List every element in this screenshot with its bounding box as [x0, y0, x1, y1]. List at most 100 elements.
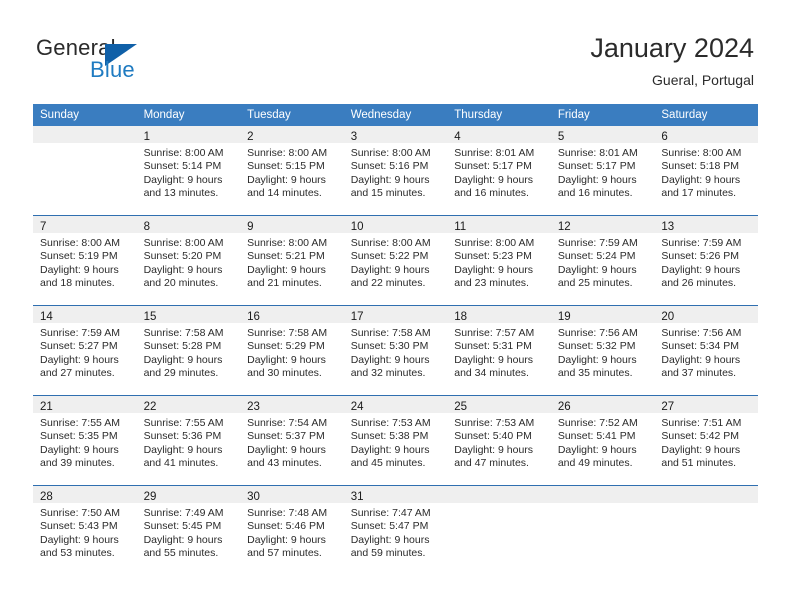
calendar-table: Sunday Monday Tuesday Wednesday Thursday Frid…: [33, 104, 758, 575]
day-cell[interactable]: 11 Sunrise: 8:00 AM Sunset: 5:23 PM Dayligh…: [447, 215, 551, 306]
day-cell[interactable]: 27 Sunrise: 7:51 AM Sunset: 5:42 PM Dayligh…: [654, 395, 758, 486]
daylight-text-line1: Daylight: 9 hours: [143, 353, 223, 366]
day-number: 31: [350, 491, 364, 503]
day-cell[interactable]: 12 Sunrise: 7:59 AM Sunset: 5:24 PM Dayligh…: [550, 215, 655, 306]
sunset-text: Sunset: 5:15 PM: [247, 160, 325, 173]
daylight-text-line1: Daylight: 9 hours: [247, 443, 326, 456]
sunset-text: Sunset: 5:29 PM: [247, 340, 325, 353]
daylight-text-line2: and 15 minutes.: [350, 187, 426, 200]
day-details: Sunrise: 8:01 AM Sunset: 5:17 PM Daylight:…: [551, 143, 655, 201]
sunset-text: Sunset: 5:21 PM: [247, 250, 325, 263]
sunset-text: Sunset: 5:23 PM: [454, 250, 532, 263]
daylight-text-line2: and 34 minutes.: [454, 367, 529, 380]
day-cell[interactable]: 17 Sunrise: 7:58 AM Sunset: 5:30 PM Dayligh…: [343, 305, 448, 396]
day-details: Sunrise: 7:58 AM Sunset: 5:30 PM Daylight:…: [344, 323, 448, 381]
day-cell[interactable]: 10 Sunrise: 8:00 AM Sunset: 5:22 PM Dayligh…: [343, 215, 448, 306]
day-cell[interactable]: 19 Sunrise: 7:56 AM Sunset: 5:32 PM Dayligh…: [550, 305, 655, 396]
brand-logo[interactable]: General Blue: [34, 36, 234, 92]
daylight-text-line2: and 26 minutes.: [661, 277, 737, 290]
day-number: 17: [350, 311, 364, 323]
day-number: 7: [40, 221, 47, 233]
day-cell[interactable]: 1 Sunrise: 8:00 AM Sunset: 5:14 PM Daylight…: [136, 126, 241, 216]
daylight-text-line2: and 55 minutes.: [143, 547, 219, 560]
day-number: 13: [661, 221, 675, 233]
daylight-text-line1: Daylight: 9 hours: [661, 263, 741, 276]
day-cell[interactable]: 16 Sunrise: 7:58 AM Sunset: 5:29 PM Dayligh…: [240, 305, 344, 396]
daylight-text-line2: and 20 minutes.: [143, 277, 219, 290]
day-number: 21: [40, 401, 53, 413]
day-number-band-empty: [550, 486, 655, 503]
day-cell[interactable]: 30 Sunrise: 7:48 AM Sunset: 5:46 PM Dayligh…: [240, 485, 344, 575]
day-details: Sunrise: 7:52 AM Sunset: 5:41 PM Daylight:…: [551, 413, 655, 471]
daylight-text-line2: and 37 minutes.: [661, 367, 737, 380]
day-details: Sunrise: 8:00 AM Sunset: 5:16 PM Daylight:…: [344, 143, 448, 201]
daylight-text-line2: and 39 minutes.: [40, 457, 115, 470]
sunrise-text: Sunrise: 8:00 AM: [40, 237, 120, 249]
day-cell[interactable]: 28 Sunrise: 7:50 AM Sunset: 5:43 PM Dayligh…: [33, 485, 137, 575]
weekday-header-wednesday: Wednesday: [343, 104, 448, 126]
day-number: 15: [143, 311, 157, 323]
day-number: 16: [247, 311, 260, 323]
page-subtitle: Gueral, Portugal: [652, 72, 754, 88]
day-cell[interactable]: 18 Sunrise: 7:57 AM Sunset: 5:31 PM Dayligh…: [447, 305, 551, 396]
sunrise-text: Sunrise: 7:53 AM: [454, 417, 535, 429]
day-details: Sunrise: 7:49 AM Sunset: 5:45 PM Daylight:…: [137, 503, 241, 561]
day-number: 11: [454, 221, 467, 233]
day-details: Sunrise: 7:59 AM Sunset: 5:26 PM Daylight:…: [654, 233, 758, 291]
day-cell[interactable]: 21 Sunrise: 7:55 AM Sunset: 5:35 PM Dayligh…: [33, 395, 137, 486]
daylight-text-line1: Daylight: 9 hours: [557, 263, 637, 276]
weekday-header-thursday: Thursday: [447, 104, 551, 126]
day-cell[interactable]: 8 Sunrise: 8:00 AM Sunset: 5:20 PM Daylight…: [136, 215, 241, 306]
day-cell[interactable]: 4 Sunrise: 8:01 AM Sunset: 5:17 PM Daylight…: [447, 126, 551, 216]
day-number: 23: [247, 401, 260, 413]
sunrise-text: Sunrise: 7:59 AM: [557, 237, 638, 249]
day-cell[interactable]: 15 Sunrise: 7:58 AM Sunset: 5:28 PM Dayligh…: [136, 305, 241, 396]
sunset-text: Sunset: 5:18 PM: [661, 160, 740, 173]
daylight-text-line1: Daylight: 9 hours: [350, 533, 430, 546]
day-details: Sunrise: 8:00 AM Sunset: 5:21 PM Daylight:…: [240, 233, 344, 291]
daylight-text-line1: Daylight: 9 hours: [350, 443, 430, 456]
sunrise-text: Sunrise: 8:01 AM: [454, 147, 535, 159]
day-cell[interactable]: 5 Sunrise: 8:01 AM Sunset: 5:17 PM Daylight…: [550, 126, 655, 216]
day-cell[interactable]: 23 Sunrise: 7:54 AM Sunset: 5:37 PM Dayligh…: [240, 395, 344, 486]
sunset-text: Sunset: 5:28 PM: [143, 340, 222, 353]
sunset-text: Sunset: 5:19 PM: [40, 250, 118, 263]
daylight-text-line2: and 41 minutes.: [143, 457, 219, 470]
sunset-text: Sunset: 5:16 PM: [350, 160, 429, 173]
day-number-band-empty: [447, 486, 551, 503]
sunrise-text: Sunrise: 8:00 AM: [454, 237, 535, 249]
day-cell[interactable]: 7 Sunrise: 8:00 AM Sunset: 5:19 PM Daylight…: [33, 215, 137, 306]
day-cell[interactable]: 2 Sunrise: 8:00 AM Sunset: 5:15 PM Daylight…: [240, 126, 344, 216]
day-cell[interactable]: 31 Sunrise: 7:47 AM Sunset: 5:47 PM Dayligh…: [343, 485, 448, 575]
day-cell[interactable]: 22 Sunrise: 7:55 AM Sunset: 5:36 PM Dayligh…: [136, 395, 241, 486]
daylight-text-line1: Daylight: 9 hours: [350, 353, 430, 366]
day-cell[interactable]: 9 Sunrise: 8:00 AM Sunset: 5:21 PM Daylight…: [240, 215, 344, 306]
day-number: 1: [143, 131, 150, 143]
daylight-text-line2: and 25 minutes.: [557, 277, 633, 290]
daylight-text-line2: and 49 minutes.: [557, 457, 633, 470]
day-cell[interactable]: 3 Sunrise: 8:00 AM Sunset: 5:16 PM Daylight…: [343, 126, 448, 216]
day-cell[interactable]: 13 Sunrise: 7:59 AM Sunset: 5:26 PM Dayligh…: [654, 215, 758, 306]
day-cell[interactable]: 26 Sunrise: 7:52 AM Sunset: 5:41 PM Dayligh…: [550, 395, 655, 486]
daylight-text-line1: Daylight: 9 hours: [454, 263, 534, 276]
day-number: 5: [557, 131, 565, 143]
daylight-text-line2: and 51 minutes.: [661, 457, 737, 470]
daylight-text-line1: Daylight: 9 hours: [557, 443, 637, 456]
day-cell[interactable]: 14 Sunrise: 7:59 AM Sunset: 5:27 PM Dayligh…: [33, 305, 137, 396]
page-title: January 2024: [590, 33, 754, 63]
day-cell[interactable]: 20 Sunrise: 7:56 AM Sunset: 5:34 PM Dayligh…: [654, 305, 758, 396]
day-number-band-empty: [33, 126, 137, 143]
day-cell[interactable]: 24 Sunrise: 7:53 AM Sunset: 5:38 PM Dayligh…: [343, 395, 448, 486]
daylight-text-line2: and 59 minutes.: [350, 547, 426, 560]
day-cell[interactable]: 29 Sunrise: 7:49 AM Sunset: 5:45 PM Dayligh…: [136, 485, 241, 575]
sunrise-text: Sunrise: 7:49 AM: [143, 507, 224, 519]
daylight-text-line1: Daylight: 9 hours: [40, 353, 119, 366]
sunset-text: Sunset: 5:38 PM: [350, 430, 429, 443]
daylight-text-line1: Daylight: 9 hours: [557, 353, 637, 366]
day-cell[interactable]: 25 Sunrise: 7:53 AM Sunset: 5:40 PM Dayligh…: [447, 395, 551, 486]
weekday-header-row: Sunday Monday Tuesday Wednesday Thursday Frid…: [33, 104, 758, 126]
sunrise-text: Sunrise: 7:50 AM: [40, 507, 120, 519]
day-cell[interactable]: 6 Sunrise: 8:00 AM Sunset: 5:18 PM Daylight…: [654, 126, 758, 216]
day-details: Sunrise: 8:00 AM Sunset: 5:23 PM Daylight:…: [447, 233, 551, 291]
day-number: 6: [661, 131, 668, 143]
